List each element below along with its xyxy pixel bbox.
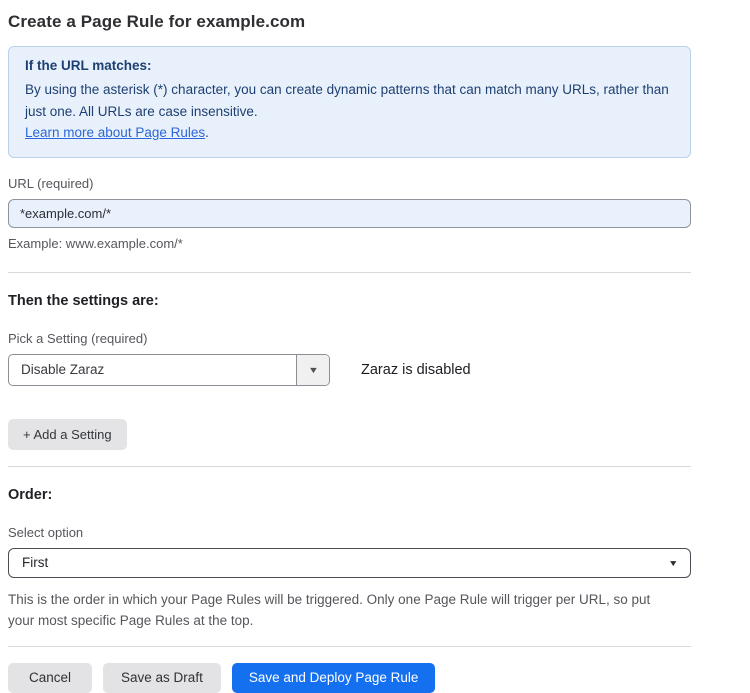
url-input[interactable] xyxy=(8,199,691,228)
order-select-label: Select option xyxy=(8,525,691,540)
url-match-info-box: If the URL matches: By using the asteris… xyxy=(8,46,691,158)
order-section-heading: Order: xyxy=(8,487,691,503)
section-divider xyxy=(8,466,691,467)
add-setting-button[interactable]: + Add a Setting xyxy=(8,419,127,450)
link-period: . xyxy=(205,125,209,140)
chevron-down-icon: ▼ xyxy=(668,558,679,568)
url-field-label: URL (required) xyxy=(8,176,691,191)
setting-dropdown-value: Disable Zaraz xyxy=(9,355,296,385)
order-select[interactable]: First ▼ xyxy=(8,548,691,578)
order-select-value: First xyxy=(22,555,669,570)
info-box-heading: If the URL matches: xyxy=(25,58,674,73)
footer-divider xyxy=(8,646,691,647)
url-example-text: Example: www.example.com/* xyxy=(8,236,691,251)
save-as-draft-button[interactable]: Save as Draft xyxy=(103,663,221,693)
page-title: Create a Page Rule for example.com xyxy=(8,12,691,32)
setting-status-text: Zaraz is disabled xyxy=(361,362,471,378)
chevron-down-icon: ▼ xyxy=(307,365,318,375)
setting-dropdown[interactable]: Disable Zaraz ▼ xyxy=(8,354,330,386)
setting-dropdown-arrow-button[interactable]: ▼ xyxy=(296,355,329,385)
learn-more-link[interactable]: Learn more about Page Rules xyxy=(25,125,205,140)
order-help-text: This is the order in which your Page Rul… xyxy=(8,589,676,632)
info-box-link-line: Learn more about Page Rules. xyxy=(25,122,674,144)
pick-setting-label: Pick a Setting (required) xyxy=(8,331,691,346)
page-rule-form: Create a Page Rule for example.com If th… xyxy=(8,0,691,693)
section-divider xyxy=(8,272,691,273)
settings-section-heading: Then the settings are: xyxy=(8,293,691,309)
setting-picker-row: Disable Zaraz ▼ Zaraz is disabled xyxy=(8,354,691,386)
cancel-button[interactable]: Cancel xyxy=(8,663,92,693)
footer-actions: Cancel Save as Draft Save and Deploy Pag… xyxy=(8,663,691,693)
info-box-body: By using the asterisk (*) character, you… xyxy=(25,79,673,122)
save-and-deploy-button[interactable]: Save and Deploy Page Rule xyxy=(232,663,436,693)
